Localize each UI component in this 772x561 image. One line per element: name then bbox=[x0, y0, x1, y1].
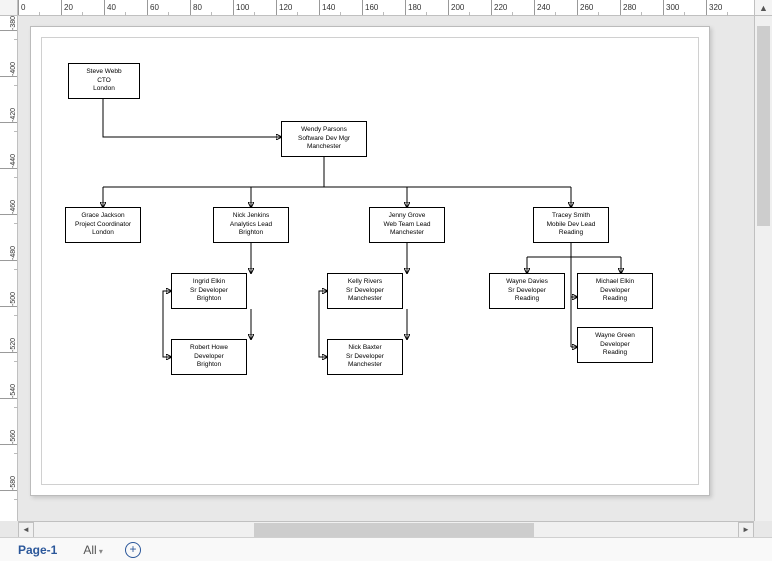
page-tabs: Page-1 All + bbox=[0, 537, 772, 561]
scroll-track[interactable] bbox=[34, 522, 738, 538]
node-loc: London bbox=[71, 85, 137, 93]
node-name: Wayne Green bbox=[580, 332, 650, 340]
tab-page-1[interactable]: Page-1 bbox=[14, 541, 61, 559]
node-cto[interactable]: Steve Webb CTO London bbox=[68, 63, 140, 99]
node-title: Developer bbox=[580, 287, 650, 295]
node-loc: Reading bbox=[580, 349, 650, 357]
node-loc: Manchester bbox=[330, 361, 400, 369]
node-d1[interactable]: Ingrid Elkin Sr Developer Brighton bbox=[171, 273, 247, 309]
node-name: Ingrid Elkin bbox=[174, 278, 244, 286]
node-title: Sr Developer bbox=[492, 287, 562, 295]
node-title: Project Coordinator bbox=[68, 221, 138, 229]
node-name: Wendy Parsons bbox=[284, 126, 364, 134]
node-name: Nick Baxter bbox=[330, 344, 400, 352]
node-title: CTO bbox=[71, 77, 137, 85]
node-mgr[interactable]: Wendy Parsons Software Dev Mgr Mancheste… bbox=[281, 121, 367, 157]
node-d7[interactable]: Wayne Green Developer Reading bbox=[577, 327, 653, 363]
node-name: Jenny Grove bbox=[372, 212, 442, 220]
node-loc: Manchester bbox=[372, 229, 442, 237]
node-title: Web Team Lead bbox=[372, 221, 442, 229]
node-title: Software Dev Mgr bbox=[284, 135, 364, 143]
node-loc: Brighton bbox=[174, 361, 244, 369]
node-name: Nick Jenkins bbox=[216, 212, 286, 220]
node-d3[interactable]: Kelly Rivers Sr Developer Manchester bbox=[327, 273, 403, 309]
tab-all[interactable]: All bbox=[79, 541, 107, 559]
ruler-zoom-icon[interactable]: ▲ bbox=[754, 0, 772, 16]
node-loc: Reading bbox=[492, 295, 562, 303]
node-loc: London bbox=[68, 229, 138, 237]
scrollbar-thumb[interactable] bbox=[254, 523, 534, 537]
node-al[interactable]: Nick Jenkins Analytics Lead Brighton bbox=[213, 207, 289, 243]
node-d2[interactable]: Robert Howe Developer Brighton bbox=[171, 339, 247, 375]
node-title: Sr Developer bbox=[174, 287, 244, 295]
scrollbar-horizontal[interactable]: ◄ ► bbox=[18, 521, 754, 537]
node-title: Sr Developer bbox=[330, 287, 400, 295]
node-name: Robert Howe bbox=[174, 344, 244, 352]
scrollbar-thumb[interactable] bbox=[757, 26, 770, 226]
node-mdl[interactable]: Tracey Smith Mobile Dev Lead Reading bbox=[533, 207, 609, 243]
node-d5[interactable]: Wayne Davies Sr Developer Reading bbox=[489, 273, 565, 309]
add-page-icon[interactable]: + bbox=[125, 542, 141, 558]
canvas[interactable]: Steve Webb CTO London Wendy Parsons Soft… bbox=[18, 16, 754, 521]
ruler-horizontal: 0204060801001201401601802002202402602803… bbox=[18, 0, 754, 16]
node-loc: Brighton bbox=[174, 295, 244, 303]
node-title: Developer bbox=[174, 353, 244, 361]
node-name: Kelly Rivers bbox=[330, 278, 400, 286]
node-name: Wayne Davies bbox=[492, 278, 562, 286]
node-loc: Reading bbox=[580, 295, 650, 303]
node-loc: Reading bbox=[536, 229, 606, 237]
node-title: Sr Developer bbox=[330, 353, 400, 361]
node-loc: Manchester bbox=[284, 143, 364, 151]
ruler-corner bbox=[0, 0, 18, 16]
node-title: Developer bbox=[580, 341, 650, 349]
node-name: Tracey Smith bbox=[536, 212, 606, 220]
node-name: Steve Webb bbox=[71, 68, 137, 76]
node-title: Analytics Lead bbox=[216, 221, 286, 229]
node-loc: Manchester bbox=[330, 295, 400, 303]
node-d6[interactable]: Michael Elkin Developer Reading bbox=[577, 273, 653, 309]
ruler-vertical: -380-400-420-440-460-480-500-520-540-560… bbox=[0, 16, 18, 521]
drawing-page[interactable]: Steve Webb CTO London Wendy Parsons Soft… bbox=[30, 26, 710, 496]
node-name: Grace Jackson bbox=[68, 212, 138, 220]
node-wtl[interactable]: Jenny Grove Web Team Lead Manchester bbox=[369, 207, 445, 243]
scroll-left-icon[interactable]: ◄ bbox=[18, 522, 34, 538]
node-d4[interactable]: Nick Baxter Sr Developer Manchester bbox=[327, 339, 403, 375]
page-margin bbox=[41, 37, 699, 485]
node-pc[interactable]: Grace Jackson Project Coordinator London bbox=[65, 207, 141, 243]
node-name: Michael Elkin bbox=[580, 278, 650, 286]
scroll-right-icon[interactable]: ► bbox=[738, 522, 754, 538]
node-title: Mobile Dev Lead bbox=[536, 221, 606, 229]
scrollbar-vertical[interactable] bbox=[754, 16, 772, 521]
node-loc: Brighton bbox=[216, 229, 286, 237]
